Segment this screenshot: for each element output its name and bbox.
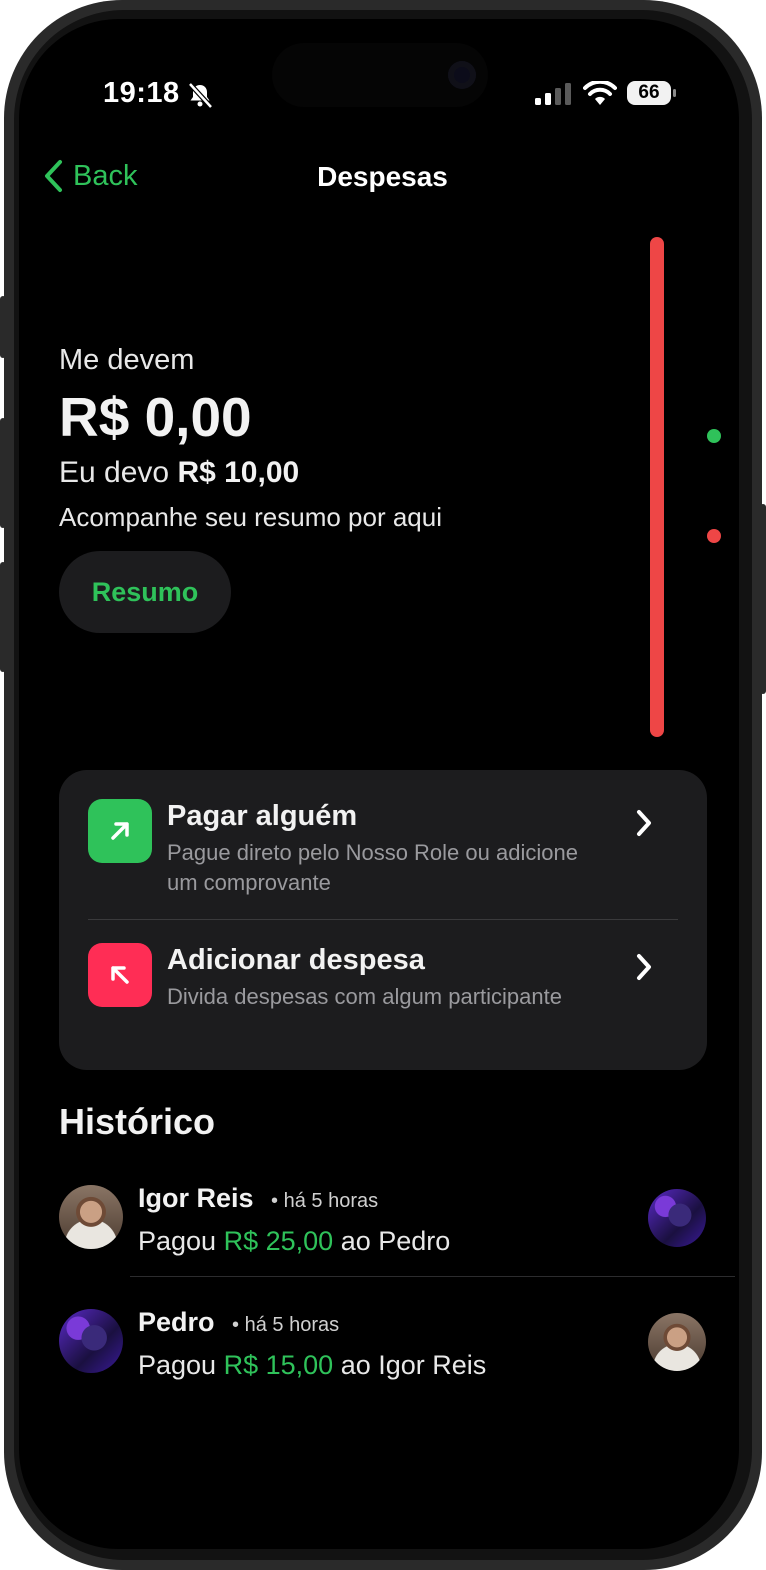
action-button [0, 296, 6, 358]
pay-icon [88, 799, 152, 863]
history-desc: Pagou R$ 25,00 ao Pedro [138, 1226, 450, 1257]
actions-card: Pagar alguém Pague direto pelo Nosso Rol… [59, 770, 707, 1070]
history-target: ao Igor Reis [340, 1350, 487, 1380]
i-owe-text: Eu devo R$ 10,00 [59, 456, 299, 490]
avatar [59, 1185, 123, 1249]
i-owe-prefix: Eu devo [59, 456, 170, 489]
cellular-signal-icon [535, 83, 571, 105]
history-item[interactable]: Pedro • há 5 horas Pagou R$ 15,00 ao Igo… [19, 1293, 739, 1413]
add-expense-subtitle: Divida despesas com algum participante [167, 984, 562, 1009]
payer-name: Igor Reis [138, 1183, 254, 1213]
history-verb: Pagou [138, 1350, 217, 1380]
history-desc: Pagou R$ 15,00 ao Igor Reis [138, 1350, 486, 1381]
add-expense-title: Adicionar despesa [167, 944, 425, 976]
history-item[interactable]: Igor Reis • há 5 horas Pagou R$ 25,00 ao… [19, 1169, 739, 1289]
recipient-avatar [648, 1189, 706, 1247]
history-amount: R$ 25,00 [223, 1226, 334, 1256]
history-verb: Pagou [138, 1226, 217, 1256]
history-name: Igor Reis • há 5 horas [138, 1183, 378, 1214]
history-time: • há 5 horas [232, 1314, 340, 1336]
history-name: Pedro • há 5 horas [138, 1307, 339, 1338]
chevron-right-icon [637, 810, 651, 836]
summary-hint: Acompanhe seu resumo por aqui [59, 502, 443, 532]
pay-title: Pagar alguém [167, 800, 358, 832]
arrow-up-right-icon [111, 822, 129, 840]
owed-amount: R$ 0,00 [59, 386, 252, 448]
camera [448, 61, 476, 89]
chevron-right-icon [637, 954, 651, 980]
history-amount: R$ 15,00 [223, 1350, 334, 1380]
history-time: • há 5 horas [271, 1190, 379, 1212]
add-expense-icon [88, 943, 152, 1007]
page-title: Despesas [317, 161, 448, 192]
balance-bar [650, 237, 664, 737]
avatar [59, 1309, 123, 1373]
history-time-value: há 5 horas [283, 1190, 379, 1212]
screen: 19:18 66 Back Despesas Me devem R$ 0,00 … [19, 19, 739, 1549]
bell-slash-icon [188, 82, 213, 109]
history-target: ao Pedro [340, 1226, 451, 1256]
volume-up-button [0, 418, 6, 528]
arrow-up-left-icon [111, 966, 129, 984]
payer-name: Pedro [138, 1307, 215, 1337]
page-dot-red[interactable] [707, 529, 721, 543]
battery-icon: 66 [627, 81, 677, 107]
history-title: Histórico [59, 1101, 216, 1142]
page-dot-green[interactable] [707, 429, 721, 443]
status-time: 19:18 [103, 77, 180, 109]
history-time-value: há 5 horas [244, 1314, 340, 1336]
wifi-icon [583, 81, 617, 105]
power-button [760, 504, 766, 694]
resumo-button[interactable]: Resumo [59, 551, 231, 633]
battery-tip [673, 89, 676, 97]
pay-subtitle: Pague direto pelo Nosso Role ou adicione… [167, 840, 578, 895]
history-divider [130, 1276, 735, 1277]
pay-someone-row[interactable]: Pagar alguém Pague direto pelo Nosso Rol… [59, 770, 707, 910]
dynamic-island [272, 43, 488, 107]
battery-level: 66 [627, 81, 671, 105]
volume-down-button [0, 562, 6, 672]
recipient-avatar [648, 1313, 706, 1371]
add-expense-row[interactable]: Adicionar despesa Divida despesas com al… [59, 914, 707, 1054]
i-owe-amount: R$ 10,00 [177, 456, 300, 489]
owed-label: Me devem [59, 344, 195, 376]
